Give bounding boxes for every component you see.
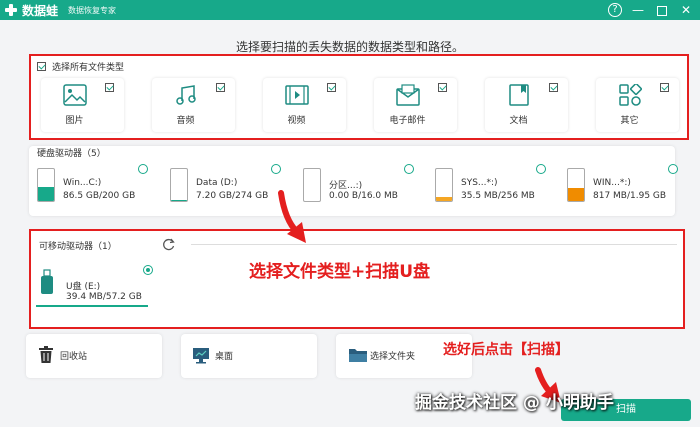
email-checkbox[interactable]: [438, 83, 447, 92]
hard-drive-icon: [37, 168, 55, 202]
video-icon: [285, 85, 309, 105]
drive-radio[interactable]: [536, 164, 546, 174]
instruction-text: 选择要扫描的丢失数据的数据类型和路径。: [235, 40, 464, 54]
music-icon: [176, 85, 196, 105]
file-type-audio[interactable]: 音频: [152, 78, 235, 132]
drive-radio[interactable]: [138, 164, 148, 174]
maximize-button[interactable]: [654, 2, 670, 18]
minimize-button[interactable]: —: [630, 2, 646, 18]
recycle-bin-label: 回收站: [60, 352, 88, 362]
hard-disk-panel: 硬盘驱动器（5） Win...C:) 86.5 GB/200 GB Data (D:…: [29, 146, 678, 216]
drive-radio-selected[interactable]: [143, 265, 153, 275]
drive-name: 分区...:): [329, 181, 363, 191]
window-controls: ? — ✕: [608, 2, 694, 18]
file-type-other[interactable]: 其它: [596, 78, 679, 132]
hard-drive-item[interactable]: Win...C:) 86.5 GB/200 GB: [37, 164, 167, 208]
drive-size: 817 MB/1.95 GB: [593, 191, 667, 201]
removable-drive-title: 可移动驱动器（1）: [39, 242, 117, 252]
file-type-label: 电子邮件: [389, 116, 426, 126]
image-icon: [63, 84, 87, 106]
hard-drive-item[interactable]: SYS...*:) 35.5 MB/256 MB: [435, 164, 565, 208]
file-type-label: 文档: [509, 116, 528, 126]
hard-disk-title: 硬盘驱动器（5）: [37, 149, 106, 159]
logo-icon: [4, 3, 18, 17]
drive-name: Data (D:): [196, 178, 238, 188]
drive-name: Win...C:): [63, 178, 102, 188]
hard-drive-icon: [170, 168, 188, 202]
drive-size: 39.4 MB/57.2 GB: [66, 292, 142, 302]
drive-size: 0.00 B/16.0 MB: [329, 191, 398, 201]
select-all-checkbox[interactable]: 选择所有文件类型: [37, 60, 124, 73]
drive-size: 35.5 MB/256 MB: [461, 191, 535, 201]
hard-drive-icon: [435, 168, 453, 202]
file-type-document[interactable]: 文档: [485, 78, 568, 132]
video-checkbox[interactable]: [327, 83, 336, 92]
drive-radio[interactable]: [404, 164, 414, 174]
refresh-icon[interactable]: [162, 237, 176, 251]
app-subtitle: 数据恢复专家: [68, 5, 117, 15]
drive-name: U盘 (E:): [66, 282, 101, 292]
hard-drive-item[interactable]: 分区...:) 0.00 B/16.0 MB: [303, 164, 433, 208]
annotation-select-type-usb: 选择文件类型+扫描U盘: [249, 262, 431, 282]
usb-drive-e[interactable]: U盘 (E:) 39.4 MB/57.2 GB: [36, 265, 153, 307]
usb-drive-icon: [41, 269, 53, 294]
recycle-bin-card[interactable]: 回收站: [26, 334, 162, 378]
mail-icon: [396, 84, 420, 106]
desktop-label: 桌面: [215, 352, 234, 362]
annotation-click-scan: 选好后点击【扫描】: [443, 342, 569, 358]
app-name: 数据蛙: [22, 3, 59, 18]
file-type-video[interactable]: 视频: [263, 78, 346, 132]
hard-drive-item[interactable]: WIN...*:) 817 MB/1.95 GB: [567, 164, 697, 208]
file-type-email[interactable]: 电子邮件: [374, 78, 457, 132]
drive-radio[interactable]: [668, 164, 678, 174]
drive-usage-fill: [38, 187, 54, 201]
checkbox-icon: [37, 62, 46, 71]
drive-usage-fill: [568, 187, 584, 201]
desktop-icon: [193, 348, 209, 364]
maximize-icon: [657, 5, 667, 16]
recycle-bin-icon: [39, 346, 53, 363]
hard-drive-item[interactable]: Data (D:) 7.20 GB/274 GB: [170, 164, 300, 208]
file-type-label: 图片: [65, 116, 84, 126]
drive-radio[interactable]: [271, 164, 281, 174]
drive-usage-fill: [436, 196, 452, 201]
other-checkbox[interactable]: [660, 83, 669, 92]
drive-name: SYS...*:): [461, 178, 498, 188]
help-button[interactable]: ?: [608, 3, 622, 17]
select-folder-label: 选择文件夹: [370, 352, 416, 362]
other-icon: [619, 84, 642, 106]
audio-checkbox[interactable]: [216, 83, 225, 92]
document-checkbox[interactable]: [549, 83, 558, 92]
desktop-card[interactable]: 桌面: [181, 334, 317, 378]
file-type-label: 视频: [287, 116, 306, 126]
hard-drive-icon: [303, 168, 321, 202]
select-all-label: 选择所有文件类型: [52, 63, 125, 73]
drive-usage-fill: [171, 200, 187, 201]
drive-size: 86.5 GB/200 GB: [63, 191, 136, 201]
image-checkbox[interactable]: [105, 83, 114, 92]
hard-drive-icon: [567, 168, 585, 202]
watermark: 掘金技术社区 @ 小明助手: [415, 393, 614, 413]
file-type-image[interactable]: 图片: [41, 78, 124, 132]
close-button[interactable]: ✕: [678, 2, 694, 18]
title-bar: 数据蛙 数据恢复专家 ? — ✕: [0, 0, 700, 20]
divider: [191, 244, 677, 245]
drive-name: WIN...*:): [593, 178, 631, 188]
file-type-panel: 选择所有文件类型 图片 音频 视频 电子邮件 文档 其它: [29, 54, 689, 140]
document-icon: [509, 84, 529, 106]
file-type-label: 其它: [620, 116, 639, 126]
file-type-label: 音频: [176, 116, 195, 126]
folder-icon: [349, 349, 367, 362]
drive-size: 7.20 GB/274 GB: [196, 191, 269, 201]
